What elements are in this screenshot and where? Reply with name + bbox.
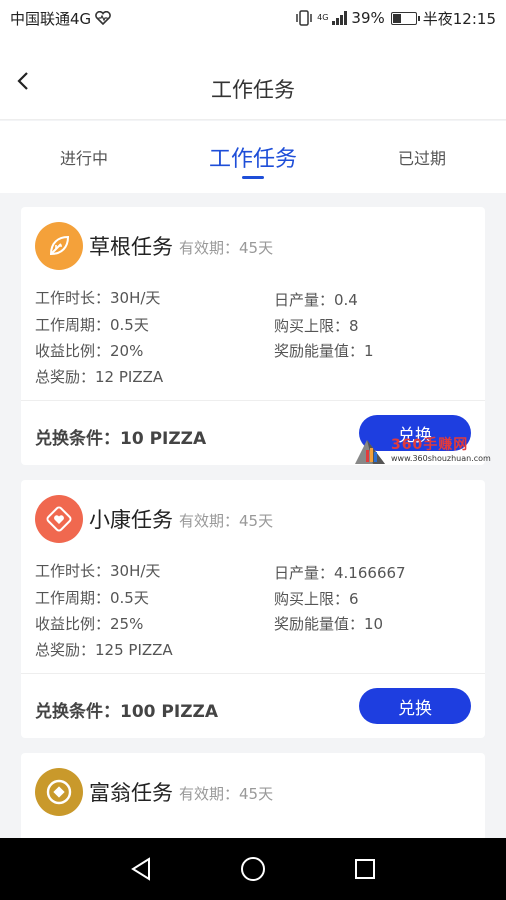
exchange-condition: 兑换条件：10 PIZZA (35, 429, 207, 449)
page-title: 工作任务 (211, 78, 295, 102)
carrier-label: 中国联通4G (10, 9, 92, 28)
battery-fill (392, 13, 401, 23)
task-validity: 有效期：45天 (179, 512, 274, 530)
circle-home-icon (241, 857, 265, 881)
watermark: 360手赚网 www.360shouzhuan.com (353, 434, 503, 468)
nav-recents-button[interactable] (349, 853, 381, 885)
task-card-header: 富翁任务 有效期：45天 (35, 767, 273, 817)
tab-work-tasks-label: 工作任务 (208, 147, 297, 172)
coin-icon (35, 768, 83, 816)
task-card: 草根任务 有效期：45天 工作时长：30H/天 日产量：0.4 工作周期：0.5… (21, 207, 485, 465)
yield-ratio: 收益比例：25% (35, 615, 144, 633)
purchase-limit: 购买上限：6 (274, 590, 359, 608)
heart-icon (35, 495, 83, 543)
status-right: 4G 39% 半夜12:15 (295, 8, 496, 29)
watermark-logo-icon (355, 440, 385, 464)
network-type-badge: 4G (317, 13, 329, 22)
status-bar: 中国联通4G 4G 39% 半夜12:15 (0, 0, 506, 36)
task-name: 小康任务 (89, 508, 173, 532)
vibrate-icon (296, 10, 312, 26)
active-tab-indicator (242, 176, 264, 179)
exchange-condition: 兑换条件：100 PIZZA (35, 702, 218, 722)
tab-in-progress[interactable]: 进行中 (20, 121, 148, 193)
square-recents-icon (355, 859, 375, 879)
work-duration: 工作时长：30H/天 (35, 562, 161, 580)
task-card-header: 小康任务 有效期：45天 (35, 494, 273, 544)
task-card-header: 草根任务 有效期：45天 (35, 221, 273, 271)
watermark-text: 360手赚网 (391, 437, 469, 453)
task-name: 草根任务 (89, 235, 173, 259)
task-name: 富翁任务 (89, 781, 173, 805)
task-card: 小康任务 有效期：45天 工作时长：30H/天 日产量：4.166667 工作周… (21, 480, 485, 738)
clock: 半夜12:15 (422, 9, 496, 28)
task-card: 富翁任务 有效期：45天 (21, 753, 485, 838)
system-nav-bar (0, 838, 506, 900)
status-left: 中国联通4G (10, 8, 111, 29)
purchase-limit: 购买上限：8 (274, 317, 359, 335)
tab-work-tasks[interactable]: 工作任务 (189, 121, 317, 193)
tab-bar: 进行中 工作任务 已过期 (0, 121, 506, 193)
nav-back-button[interactable] (125, 853, 157, 885)
signal-icon (332, 11, 348, 25)
tab-expired[interactable]: 已过期 (358, 121, 486, 193)
task-validity: 有效期：45天 (179, 785, 274, 803)
work-duration: 工作时长：30H/天 (35, 289, 161, 307)
battery-icon (390, 11, 420, 25)
task-list[interactable]: 草根任务 有效期：45天 工作时长：30H/天 日产量：0.4 工作周期：0.5… (0, 193, 506, 838)
yield-ratio: 收益比例：20% (35, 342, 144, 360)
work-cycle: 工作周期：0.5天 (35, 316, 149, 334)
battery-percent: 39% (351, 9, 385, 27)
header: 工作任务 (0, 36, 506, 120)
exchange-button[interactable]: 兑换 (359, 688, 471, 724)
energy-reward: 奖励能量值：1 (274, 342, 374, 360)
card-divider (21, 673, 485, 674)
task-validity: 有效期：45天 (179, 239, 274, 257)
leaf-icon (35, 222, 83, 270)
daily-output: 日产量：0.4 (274, 291, 358, 309)
daily-output: 日产量：4.166667 (274, 564, 406, 582)
heart-status-icon (95, 11, 111, 25)
energy-reward: 奖励能量值：10 (274, 615, 384, 633)
total-reward: 总奖励：125 PIZZA (35, 641, 173, 659)
card-divider (21, 400, 485, 401)
nav-home-button[interactable] (237, 853, 269, 885)
triangle-back-icon (131, 857, 150, 881)
total-reward: 总奖励：12 PIZZA (35, 368, 164, 386)
watermark-url: www.360shouzhuan.com (391, 454, 491, 463)
work-cycle: 工作周期：0.5天 (35, 589, 149, 607)
